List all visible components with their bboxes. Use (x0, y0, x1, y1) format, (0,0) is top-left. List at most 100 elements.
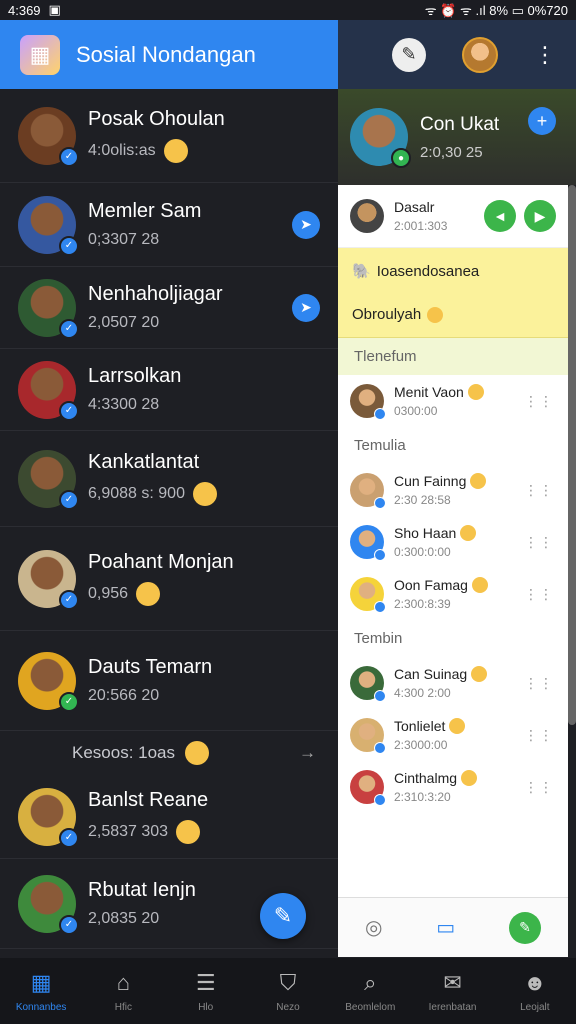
emoji-icon (460, 525, 477, 541)
status-badge-icon: ✓ (59, 691, 79, 712)
avatar: ✓ (18, 787, 79, 848)
chat-list-item[interactable]: ✓ Nenhaholjiagar 2,0507 20 ➤ (0, 267, 338, 349)
chat-list-item[interactable]: ✓ Memler Sam 0;3307 28 ➤ (0, 183, 338, 267)
send-icon[interactable]: ➤ (292, 210, 320, 239)
online-badge-icon: ● (391, 148, 411, 168)
more-options-icon[interactable]: ⋮ (534, 42, 556, 68)
send-icon[interactable]: ➤ (292, 293, 320, 322)
emoji-icon (470, 473, 487, 489)
panel-contact-row[interactable]: Tonlielet 2:3000:00 ⋮⋮ (338, 709, 568, 761)
emoji-icon (471, 666, 488, 682)
chat-name: Posak Ohoulan (88, 108, 225, 130)
header-actions: ✎ ⋮ (338, 20, 576, 89)
more-icon[interactable]: ⋮⋮ (524, 393, 554, 410)
chat-list-item[interactable]: ✓ Larrsolkan 4:3300 28 (0, 349, 338, 431)
more-icon[interactable]: ⋮⋮ (524, 534, 554, 551)
emoji-icon (176, 820, 201, 844)
panel-footer: ◎ ▭ ✎ (338, 897, 568, 957)
more-icon[interactable]: ⋮⋮ (524, 586, 554, 603)
panel-contact-row[interactable]: Sho Haan 0:300:0:00 ⋮⋮ (338, 516, 568, 568)
emoji-icon (185, 741, 210, 765)
nav-item[interactable]: ☰ Hlo (166, 970, 246, 1013)
emoji-icon (461, 770, 478, 786)
nav-item[interactable]: ☻ Leojalt (495, 970, 575, 1013)
chat-preview: 20:566 20 (88, 687, 160, 704)
nav-label: Hfic (114, 1001, 133, 1013)
panel-contact-row[interactable]: Cun Fainng 2:30 28:58 ⋮⋮ (338, 464, 568, 516)
avatar (350, 473, 386, 509)
avatar: ✓ (18, 549, 79, 610)
panel-top-sub: 2:001:303 (394, 219, 448, 233)
nav-label: Beomlelom (345, 1001, 396, 1013)
monitor-icon[interactable]: ▭ (436, 915, 455, 940)
chat-list-item[interactable]: ✓ Kankatlantat 6,9088 s: 900 (0, 431, 338, 527)
elephant-icon: 🐘 (352, 263, 371, 280)
nav-item[interactable]: ⛉ Nezo (248, 970, 328, 1013)
camera-icon[interactable]: ◎ (365, 915, 382, 940)
pinned-note[interactable]: 🐘 Ioasendosanea Obroulyah (338, 248, 568, 338)
chat-preview: 4:0olis:as (88, 142, 156, 159)
avatar (350, 525, 386, 561)
nav-item[interactable]: ▦ Konnanbes (1, 970, 81, 1013)
panel-section-title: Tembin (354, 630, 403, 647)
chat-preview: 0;3307 28 (88, 231, 160, 248)
nav-item[interactable]: ⌕ Beomlelom (330, 970, 410, 1013)
compose-icon[interactable]: ✎ (392, 37, 426, 72)
emoji-icon (467, 384, 484, 400)
chat-list-item[interactable]: ✓ Posak Ohoulan 4:0olis:as (0, 89, 338, 183)
panel-contact-name: Tonlielet (394, 718, 446, 734)
new-chat-fab[interactable]: ✎ (260, 893, 306, 939)
more-icon[interactable]: ⋮⋮ (524, 675, 554, 692)
more-icon[interactable]: ⋮⋮ (524, 779, 554, 796)
chat-list-item[interactable]: ✓ Poahant Monjan 0,956 (0, 527, 338, 631)
emoji-icon (449, 718, 466, 734)
panel-top-row[interactable]: Dasalr 2:001:303 ◄ ▶ (338, 185, 568, 248)
panel-section-title: Tlenefum (338, 338, 568, 375)
user-icon: ☻ (523, 969, 547, 995)
profile-avatar[interactable] (462, 36, 498, 73)
avatar (350, 770, 386, 806)
chat-name: Nenhaholjiagar (88, 283, 223, 305)
avatar (350, 199, 384, 233)
home-icon: ⌂ (116, 969, 131, 995)
add-icon[interactable]: + (528, 107, 556, 135)
more-icon[interactable]: ⋮⋮ (524, 727, 554, 744)
status-badge-icon: ✓ (59, 318, 79, 339)
panel-contact-name: Menit Vaon (394, 384, 464, 400)
chat-name: Larrsolkan (88, 365, 182, 387)
play-icon[interactable]: ▶ (524, 200, 556, 232)
menu-icon: ☰ (195, 969, 216, 995)
chat-name: Banlst Reane (88, 789, 209, 811)
chat-list-item[interactable]: ✓ Banlst Reane 2,5837 303 (0, 775, 338, 859)
panel-contact-row[interactable]: Oon Famag 2:300:8:39 ⋮⋮ (338, 568, 568, 620)
nav-item[interactable]: ⌂ Hfic (83, 970, 163, 1013)
avatar (350, 384, 386, 420)
edit-icon[interactable]: ✎ (509, 911, 542, 944)
status-badge-icon: ✓ (59, 400, 79, 421)
panel-contact-name: Can Suinag (394, 666, 468, 682)
arrow-icon[interactable]: → (299, 743, 316, 763)
avatar (350, 577, 386, 613)
more-icon[interactable]: ⋮⋮ (524, 482, 554, 499)
scrollbar[interactable] (568, 185, 576, 725)
active-contact-header[interactable]: ● Con Ukat 2:0,30 25 + (338, 89, 576, 185)
shield-icon: ⛉ (279, 969, 297, 995)
avatar: ✓ (18, 449, 79, 510)
status-badge-icon: ✓ (59, 914, 79, 935)
panel-contact-row[interactable]: Cinthalmg 2:310:3:20 ⋮⋮ (338, 761, 568, 813)
divider-label: Kesoos: 1oas (72, 743, 176, 762)
nav-label: Ierenbatan (428, 1001, 477, 1013)
panel-contact-row[interactable]: Can Suinag 4:300 2:00 ⋮⋮ (338, 657, 568, 709)
avatar: ✓ (18, 278, 79, 339)
status-time: 4:369 (8, 2, 41, 18)
avatar (350, 718, 386, 754)
panel-contact-row[interactable]: Menit Vaon 0300:00 ⋮⋮ (338, 375, 568, 427)
panel-contact-name: Oon Famag (394, 577, 468, 593)
send-icon[interactable]: ◄ (484, 200, 516, 232)
grid-icon: ▦ (30, 969, 52, 995)
chat-list-item[interactable]: ✓ Dauts Temarn 20:566 20 (0, 631, 338, 731)
status-right: ᯤ ⏰ ᯤ .ıl 8% ▭ 0%720 (424, 3, 568, 18)
app-logo-icon: ▦ (20, 34, 60, 75)
chat-preview: 2,5837 303 (88, 823, 169, 840)
nav-item[interactable]: ✉ Ierenbatan (413, 970, 493, 1013)
